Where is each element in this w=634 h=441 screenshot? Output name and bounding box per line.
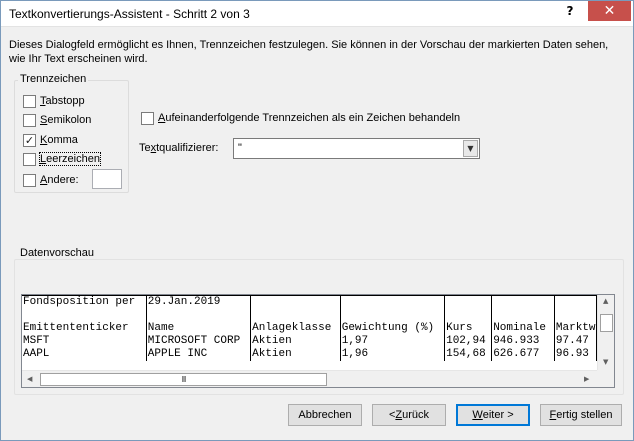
preview-row: AAPL APPLE INC Aktien 1,96 154,68 626.677 96.9… [22,348,614,361]
text-qualifier-value: " [238,142,242,154]
preview-cell: 97.47 [554,335,597,348]
consecutive-delimiters-label: Aufeinanderfolgende Trennzeichen als ein… [158,112,461,124]
preview-cell: APPLE INC [146,348,252,361]
preview-cell: 1,97 [340,335,446,348]
preview-cell: 29.Jan.2019 [146,295,252,309]
preview-cell: 102,94 [444,335,493,348]
preview-cell [554,295,597,309]
preview-cell [146,309,252,322]
preview-cell [491,295,555,309]
next-button[interactable]: Weiter > [456,404,530,426]
text-import-wizard-dialog: Textkonvertierungs-Assistent - Schritt 2… [0,0,634,441]
semicolon-delimiter-label: Semikolon [40,114,92,126]
scroll-down-icon[interactable]: ▼ [603,358,608,366]
preview-row: Emittententicker Name Anlageklasse Gewichtu… [22,322,614,335]
preview-cell: 154,68 [444,348,493,361]
preview-cell: Kurs [444,322,493,335]
preview-cell: MSFT [22,335,147,348]
preview-cell: 1,96 [340,348,446,361]
other-delimiter-label: Andere: [40,174,79,186]
consecutive-delimiters-checkbox[interactable]: Aufeinanderfolgende Trennzeichen als ein… [141,110,460,126]
preview-cell [340,309,446,322]
text-qualifier-label: Textqualifizierer: [139,142,219,154]
preview-cell: Aktien [250,348,341,361]
preview-row [22,309,614,322]
delimiters-group-title: Trennzeichen [18,73,89,85]
preview-cell [250,295,341,309]
preview-horizontal-scrollbar[interactable]: ◀ III ▶ [22,370,598,387]
preview-cell: 626.677 [491,348,555,361]
preview-vertical-scrollbar[interactable]: ▲ ▼ [597,295,614,372]
preview-row: MSFT MICROSOFT CORP Aktien 1,97 102,94 946.93… [22,335,614,348]
preview-cell [444,295,493,309]
preview-cell [22,309,147,322]
data-preview-title: Datenvorschau [18,247,96,259]
window-title: Textkonvertierungs-Assistent - Schritt 2… [9,7,250,21]
scroll-right-icon[interactable]: ▶ [584,375,589,383]
preview-cell [554,309,597,322]
checkbox-box[interactable] [23,113,36,127]
scroll-up-icon[interactable]: ▲ [603,297,608,305]
other-delimiter-checkbox[interactable]: Andere: [23,172,79,188]
comma-delimiter-checkbox[interactable]: ✓ Komma [23,132,78,148]
data-preview-table: Fondsposition per 29.Jan.2019 Emittententi… [22,295,614,361]
preview-cell: 946.933 [491,335,555,348]
preview-cell [250,309,341,322]
help-button[interactable]: ? [554,1,586,21]
chevron-down-icon[interactable]: ▼ [463,140,478,157]
tab-delimiter-label: Tabstopp [40,95,85,107]
vertical-scroll-thumb[interactable] [600,314,613,332]
preview-row: Fondsposition per 29.Jan.2019 [22,295,614,309]
space-delimiter-checkbox[interactable]: Leerzeichen [23,151,101,167]
cancel-button[interactable]: Abbrechen [288,404,362,426]
semicolon-delimiter-checkbox[interactable]: Semikolon [23,112,91,128]
preview-cell: Emittententicker [22,322,147,335]
close-button[interactable]: ✕ [588,1,631,21]
preview-cell: MICROSOFT CORP [146,335,252,348]
horizontal-scroll-thumb[interactable]: III [40,373,327,386]
space-delimiter-label: Leerzeichen [39,152,101,166]
preview-cell: Name [146,322,252,335]
dialog-description: Dieses Dialogfeld ermöglicht es Ihnen, T… [9,39,609,65]
preview-cell [340,295,446,309]
data-preview-pane[interactable]: Fondsposition per 29.Jan.2019 Emittententi… [21,294,615,388]
text-qualifier-select[interactable]: " ▼ [233,138,480,159]
scrollbar-corner [597,370,614,387]
preview-cell: 96.93 [554,348,597,361]
checkmark-icon[interactable]: ✓ [23,133,36,147]
preview-cell: Gewichtung (%) [340,322,446,335]
checkbox-box[interactable] [23,94,36,108]
title-bar: Textkonvertierungs-Assistent - Schritt 2… [1,1,633,27]
comma-delimiter-label: Komma [40,134,78,146]
preview-cell: Marktw [554,322,597,335]
preview-cell: Anlageklasse [250,322,341,335]
tab-delimiter-checkbox[interactable]: Tabstopp [23,93,85,109]
other-delimiter-input[interactable] [92,169,122,189]
finish-button[interactable]: Fertig stellen [540,404,622,426]
checkbox-box[interactable] [141,111,154,125]
back-button[interactable]: < Zurück [372,404,446,426]
preview-cell: Fondsposition per [22,295,147,309]
preview-cell [491,309,555,322]
preview-cell: AAPL [22,348,147,361]
scroll-left-icon[interactable]: ◀ [27,375,32,383]
checkbox-box[interactable] [23,152,36,166]
checkbox-box[interactable] [23,173,36,187]
preview-cell: Nominale [491,322,555,335]
preview-cell: Aktien [250,335,341,348]
preview-cell [444,309,493,322]
